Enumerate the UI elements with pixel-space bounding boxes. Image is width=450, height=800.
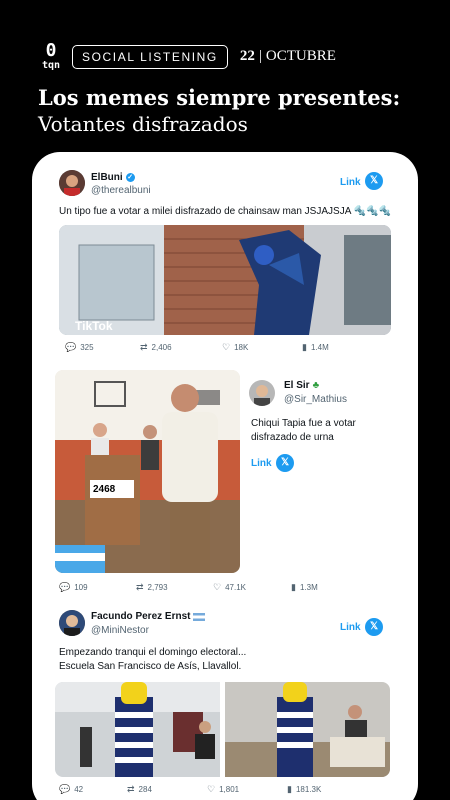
like-count-text: 1,801 [219,785,240,794]
reply-count-text: 109 [74,583,88,592]
x-logo-icon[interactable]: 𝕏 [365,172,383,190]
like-icon: ♡ [213,582,222,592]
tweet-author-name[interactable]: ElBuni ✓ [91,172,135,183]
like-count[interactable]: ♡ 18K [222,342,302,353]
tweet-author-handle[interactable]: @therealbuni [91,185,151,196]
sprout-icon: ♣ [312,380,320,391]
date-day: 22 [239,48,255,64]
author-name-text: Facundo Perez Ernst [91,611,191,622]
view-count-text: 1.4M [310,343,329,352]
tweet-link[interactable]: Link [251,458,272,469]
avatar[interactable] [249,380,275,406]
tweet-author-name[interactable]: Facundo Perez Ernst [91,611,206,622]
retweet-count[interactable]: ⇄ 2,793 [136,582,213,593]
tweet-text-line2: Escuela San Francisco de Asís, Llavallol… [59,661,242,672]
reply-count-text: 325 [80,343,94,352]
retweet-count-text: 2,406 [151,343,172,352]
author-name-text: El Sir [284,380,310,391]
tweet-photo[interactable]: 2468 [55,370,240,573]
view-count[interactable]: ▮ 181.3K [287,784,321,795]
view-count-text: 1.3M [299,583,318,592]
views-icon: ▮ [287,784,292,794]
avatar[interactable] [59,170,85,196]
tweet-stats: 💬 42 ⇄ 284 ♡ 1,801 ▮ 181.3K [59,784,321,795]
logo-mark: 0 [45,40,57,61]
tweet-text-line1: Empezando tranqui el domingo electoral..… [59,647,247,658]
view-count[interactable]: ▮ 1.4M [302,342,329,353]
tweet-text: Un tipo fue a votar a milei disfrazado d… [59,206,391,217]
reply-icon: 💬 [59,582,71,592]
x-logo-icon[interactable]: 𝕏 [276,454,294,472]
tweets-card: ElBuni ✓ @therealbuni Link 𝕏 Un tipo fue… [32,152,418,800]
reply-count-text: 42 [74,785,84,794]
urn-number: 2468 [93,484,116,495]
retweet-count-text: 284 [138,785,152,794]
page-subtitle: Votantes disfrazados [38,112,248,136]
tweet-author-handle[interactable]: @Sir_Mathius [284,394,347,405]
date: 22 | OCTUBRE [240,48,336,65]
like-icon: ♡ [207,784,216,794]
verified-icon: ✓ [125,173,135,182]
tweet-stats: 💬 109 ⇄ 2,793 ♡ 47.1K ▮ 1.3M [59,582,318,593]
argentina-flag-icon [193,612,206,621]
author-name-text: ElBuni [91,172,123,183]
tweet-link[interactable]: Link [340,622,361,633]
reply-count[interactable]: 💬 109 [59,582,136,593]
retweet-icon: ⇄ [140,342,148,352]
views-icon: ▮ [291,582,296,592]
tweet-link[interactable]: Link [340,177,361,188]
avatar[interactable] [59,610,85,636]
tqn-logo: 0 tqn [38,42,64,71]
views-icon: ▮ [302,342,307,352]
tweet-photos[interactable] [55,682,390,777]
retweet-count[interactable]: ⇄ 2,406 [140,342,222,353]
x-logo-icon[interactable]: 𝕏 [365,618,383,636]
tweet-video[interactable]: TikTok [59,225,391,335]
retweet-count-text: 2,793 [147,583,168,592]
like-icon: ♡ [222,342,231,352]
page-title: Los memes siempre presentes: [38,85,401,110]
retweet-icon: ⇄ [127,784,135,794]
tweet-author-name[interactable]: El Sir ♣ [284,380,319,391]
view-count-text: 181.3K [295,785,322,794]
reply-count[interactable]: 💬 42 [59,784,127,795]
tweet-stats: 💬 325 ⇄ 2,406 ♡ 18K ▮ 1.4M [65,342,329,353]
reply-icon: 💬 [65,342,77,352]
date-separator: | [258,48,262,64]
tweet-author-handle[interactable]: @MiniNestor [91,625,149,636]
like-count-text: 18K [234,343,249,352]
like-count[interactable]: ♡ 1,801 [207,784,287,795]
reply-icon: 💬 [59,784,71,794]
reply-count[interactable]: 💬 325 [65,342,140,353]
like-count-text: 47.1K [225,583,246,592]
section-badge: SOCIAL LISTENING [72,44,228,69]
retweet-count[interactable]: ⇄ 284 [127,784,207,795]
retweet-icon: ⇄ [136,582,144,592]
like-count[interactable]: ♡ 47.1K [213,582,291,593]
date-month: OCTUBRE [265,48,336,64]
tweet-text: Chiqui Tapia fue a votar disfrazado de u… [251,418,356,443]
tiktok-watermark: TikTok [75,319,113,333]
header: 0 tqn SOCIAL LISTENING 22 | OCTUBRE [38,42,336,71]
view-count[interactable]: ▮ 1.3M [291,582,318,593]
logo-text: tqn [41,60,61,71]
